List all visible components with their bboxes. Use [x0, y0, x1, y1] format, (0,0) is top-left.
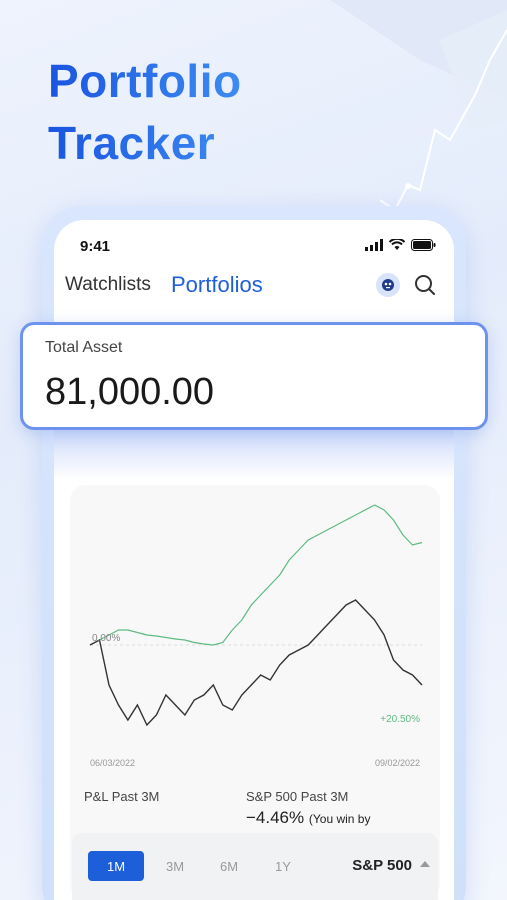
- benchmark-value: −4.46% (You win by: [246, 808, 370, 828]
- benchmark-label: S&P 500 Past 3M: [246, 789, 349, 804]
- total-asset-card: Total Asset 81,000.00: [20, 322, 488, 430]
- battery-icon: [411, 239, 436, 251]
- range-6m-button[interactable]: 6M: [214, 851, 244, 881]
- range-3m-button[interactable]: 3M: [160, 851, 190, 881]
- performance-chart: 0.00% +20.50%: [89, 504, 423, 727]
- end-value-label: +20.50%: [380, 714, 420, 725]
- range-1y-button[interactable]: 1Y: [268, 851, 298, 881]
- range-selector: 1M 3M 6M 1Y S&P 500: [72, 833, 438, 900]
- robot-assistant-icon[interactable]: [376, 273, 400, 297]
- series-benchmark-line: [89, 599, 423, 727]
- nav-row: Watchlists Portfolios: [54, 272, 454, 316]
- zero-label: 0.00%: [92, 633, 120, 644]
- status-bar: 9:41: [54, 220, 454, 272]
- tab-portfolios[interactable]: Portfolios: [171, 272, 263, 298]
- benchmark-select[interactable]: S&P 500: [352, 857, 412, 874]
- benchmark-note: (You win by: [308, 812, 371, 826]
- chart-end-date: 09/02/2022: [374, 758, 420, 768]
- tab-watchlists[interactable]: Watchlists: [65, 274, 151, 296]
- caret-up-icon[interactable]: [420, 861, 430, 867]
- search-icon[interactable]: [412, 272, 438, 298]
- headline-line2: Tracker: [48, 117, 216, 169]
- benchmark-value-number: −4.46%: [246, 808, 305, 827]
- total-asset-label: Total Asset: [45, 339, 123, 356]
- range-1m-button[interactable]: 1M: [88, 851, 144, 881]
- headline-line1: Portfolio: [48, 55, 242, 107]
- cellular-signal-icon: [365, 239, 383, 251]
- headline: Portfolio Tracker: [48, 50, 242, 174]
- status-time: 9:41: [80, 238, 111, 255]
- chart-start-date: 06/03/2022: [90, 758, 136, 768]
- wifi-icon: [389, 239, 405, 250]
- status-icons: [365, 239, 436, 251]
- pl-label: P&L Past 3M: [84, 789, 160, 804]
- series-portfolio-line: [89, 504, 423, 646]
- card-glow: [54, 430, 454, 480]
- chart-card: 0.00% +20.50% 06/03/2022 09/02/2022 P&L P…: [70, 485, 440, 900]
- total-asset-value: 81,000.00: [45, 371, 215, 413]
